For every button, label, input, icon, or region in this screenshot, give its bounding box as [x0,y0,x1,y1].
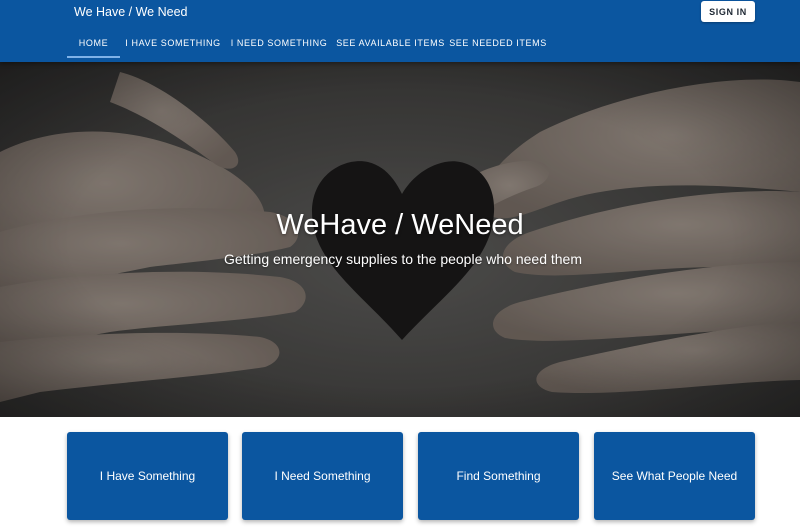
hero-subtitle: Getting emergency supplies to the people… [223,251,582,267]
card-find-something[interactable]: Find Something [418,432,579,520]
hero-title: WeHave / WeNeed [276,209,524,241]
sign-in-button[interactable]: SIGN IN [701,1,755,22]
tab-i-have-something[interactable]: I HAVE SOMETHING [120,30,226,58]
tab-i-need-something[interactable]: I NEED SOMETHING [226,30,332,58]
card-i-have-something[interactable]: I Have Something [67,432,228,520]
tab-see-needed-items[interactable]: SEE NEEDED ITEMS [449,30,547,58]
main-nav: HOME I HAVE SOMETHING I NEED SOMETHING S… [67,30,547,58]
site-title[interactable]: We Have / We Need [74,4,187,20]
hero-banner: WeHave / WeNeed Getting emergency suppli… [0,62,800,417]
tab-home[interactable]: HOME [67,30,120,58]
app-bar: We Have / We Need SIGN IN HOME I HAVE SO… [0,0,800,62]
card-i-need-something[interactable]: I Need Something [242,432,403,520]
card-see-what-people-need[interactable]: See What People Need [594,432,755,520]
tab-see-available-items[interactable]: SEE AVAILABLE ITEMS [332,30,449,58]
